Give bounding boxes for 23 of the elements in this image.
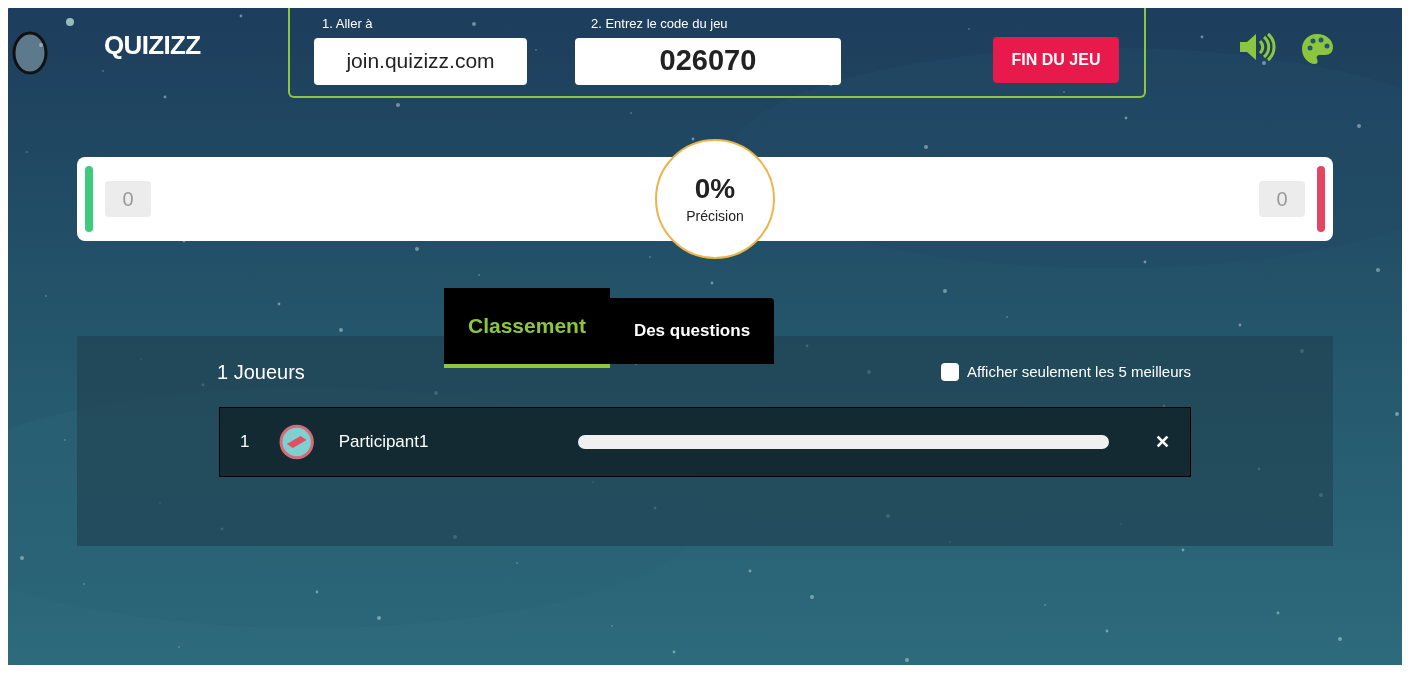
join-url-field: join.quizizz.com xyxy=(314,37,527,85)
code-label: 2. Entrez le code du jeu xyxy=(591,15,729,33)
player-name: Participant1 xyxy=(338,431,430,454)
join-label: 1. Aller à xyxy=(322,15,374,33)
accuracy-label: Précision xyxy=(686,207,744,226)
accuracy-percent: 0% xyxy=(694,172,736,206)
speaker-icon[interactable] xyxy=(1238,32,1276,62)
remove-button[interactable]: ✕ xyxy=(1155,428,1170,456)
correct-count: 0 xyxy=(105,181,151,217)
end-game-button[interactable]: FIN DU JEU xyxy=(993,37,1119,83)
tab[interactable]: Classement xyxy=(444,288,610,368)
tab[interactable]: Des questions xyxy=(609,298,775,364)
game-code-field: 026070 xyxy=(575,37,841,85)
player-count: 1 Joueurs xyxy=(217,360,305,385)
logo: QUIZIZZ xyxy=(104,30,201,60)
incorrect-count: 0 xyxy=(1259,181,1305,217)
top-filter-label: Afficher seulement les 5 meilleurs xyxy=(967,361,1191,382)
player-rank: 1 xyxy=(240,431,251,454)
incorrect-bar xyxy=(1317,166,1325,232)
avatar-icon xyxy=(279,424,315,460)
correct-bar xyxy=(85,166,93,232)
checkbox[interactable] xyxy=(941,363,959,381)
palette-icon[interactable] xyxy=(1300,32,1334,66)
